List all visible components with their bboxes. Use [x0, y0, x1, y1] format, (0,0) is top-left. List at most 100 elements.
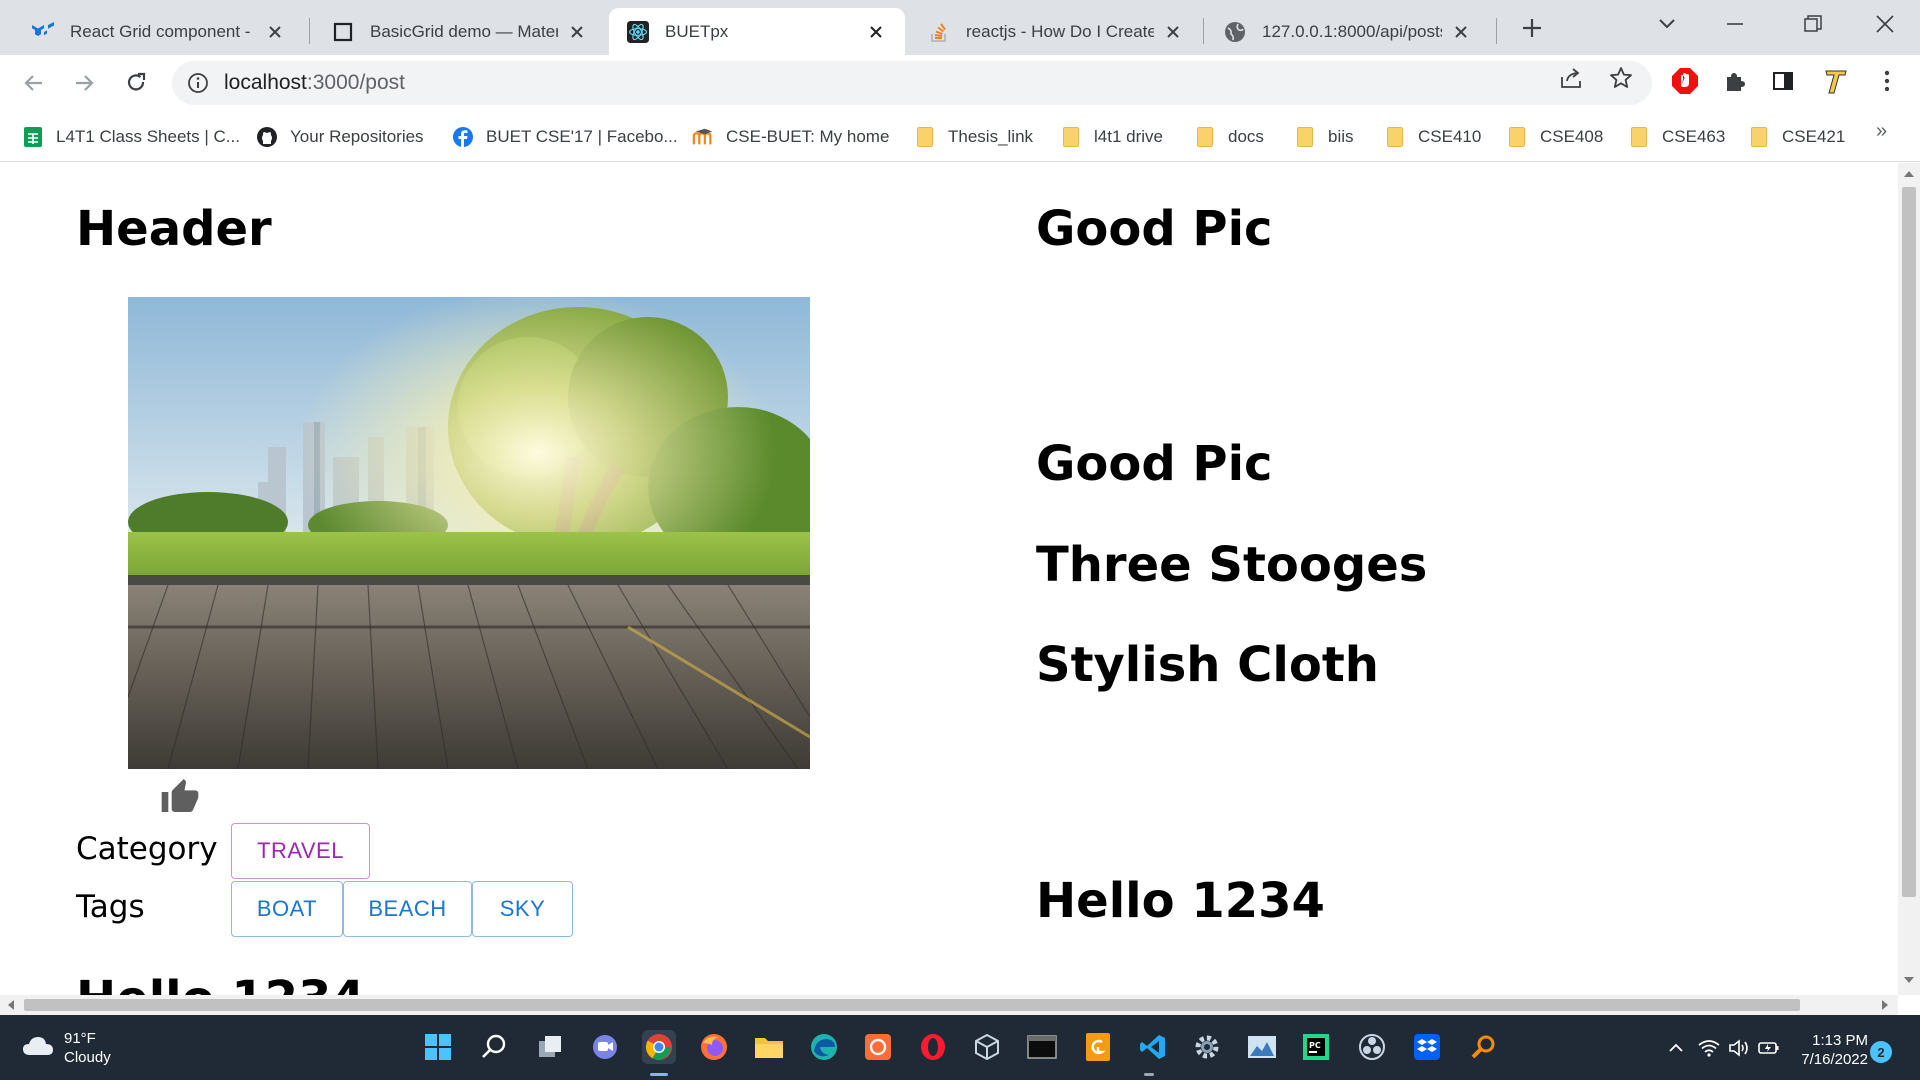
- close-icon[interactable]: [865, 21, 887, 43]
- tab-title: React Grid component - Material UI: [70, 21, 256, 41]
- teams-chat-icon[interactable]: [588, 1030, 622, 1064]
- side-panel-icon[interactable]: [1768, 66, 1798, 96]
- wifi-icon[interactable]: [1696, 1033, 1722, 1063]
- right-heading: Three Stooges: [1036, 537, 1428, 593]
- site-info-icon[interactable]: [186, 71, 210, 95]
- tag-chip[interactable]: SKY: [472, 881, 573, 937]
- restore-button[interactable]: [1788, 6, 1838, 42]
- time: 1:13 PM: [1812, 1032, 1868, 1049]
- folder-icon: [1194, 126, 1216, 148]
- svg-text:PC: PC: [1309, 1041, 1321, 1050]
- share-icon[interactable]: [1558, 65, 1584, 91]
- taskbar: 91°F Cloudy PC 1:13 PM 7/16/2022 2: [0, 1015, 1920, 1080]
- menu-kebab-icon[interactable]: [1872, 66, 1902, 96]
- right-heading: Hello 1234: [1036, 873, 1325, 929]
- reload-button[interactable]: [118, 65, 154, 101]
- new-tab-button[interactable]: [1516, 12, 1548, 44]
- search-icon[interactable]: [477, 1030, 511, 1064]
- address-bar[interactable]: localhost:3000/post: [172, 61, 1652, 105]
- date: 7/16/2022: [1801, 1051, 1868, 1068]
- tab-stackoverflow[interactable]: reactjs - How Do I Create: [910, 8, 1202, 55]
- close-window-button[interactable]: [1860, 6, 1910, 42]
- photos-icon[interactable]: [1245, 1030, 1279, 1064]
- bookmark-item[interactable]: biis: [1294, 122, 1354, 152]
- tab-buetpx[interactable]: BUETpx: [609, 8, 905, 55]
- horizontal-scrollbar[interactable]: [0, 995, 1898, 1015]
- file-explorer-icon[interactable]: [752, 1030, 786, 1064]
- search-everything-icon[interactable]: [1466, 1030, 1500, 1064]
- extensions-puzzle-icon[interactable]: [1720, 66, 1750, 96]
- forward-button[interactable]: [66, 65, 102, 101]
- close-icon[interactable]: [566, 21, 588, 43]
- category-chip[interactable]: TRAVEL: [231, 823, 370, 879]
- pdf-reader-icon[interactable]: [1081, 1030, 1115, 1064]
- edge-icon[interactable]: [807, 1030, 841, 1064]
- react-logo-icon: [627, 20, 649, 43]
- close-icon[interactable]: [264, 21, 286, 43]
- chrome-icon[interactable]: [642, 1030, 676, 1064]
- folder-icon: [1628, 126, 1650, 148]
- tab-search-button[interactable]: [1642, 6, 1692, 42]
- bookmark-item[interactable]: docs: [1194, 122, 1264, 152]
- tab-title: reactjs - How Do I Create: [966, 21, 1154, 41]
- windows-start-icon[interactable]: [421, 1030, 455, 1064]
- tag-chip[interactable]: BEACH: [343, 881, 472, 937]
- bookmark-item[interactable]: CSE421: [1748, 122, 1845, 152]
- horizontal-scroll-thumb[interactable]: [24, 999, 1800, 1011]
- pycharm-icon[interactable]: PC: [1299, 1030, 1333, 1064]
- close-icon[interactable]: [1162, 21, 1184, 43]
- bookmark-item[interactable]: Thesis_link: [914, 122, 1033, 152]
- bookmark-item[interactable]: CSE408: [1506, 122, 1603, 152]
- running-app-indicator: [1144, 1073, 1154, 1076]
- firefox-icon[interactable]: [697, 1030, 731, 1064]
- bookmark-item[interactable]: L4T1 Class Sheets | C...: [22, 122, 240, 152]
- notification-badge[interactable]: 2: [1870, 1041, 1892, 1063]
- tab-basicgrid-demo[interactable]: BasicGrid demo — Material UI: [314, 8, 606, 55]
- page-header: Header: [76, 201, 272, 257]
- battery-icon[interactable]: [1756, 1033, 1782, 1063]
- bookmarks-overflow-button[interactable]: »: [1876, 120, 1887, 143]
- opera-icon[interactable]: [916, 1030, 950, 1064]
- active-app-indicator: [650, 1073, 668, 1076]
- bookmark-star-icon[interactable]: [1608, 65, 1634, 91]
- clock[interactable]: 1:13 PM 7/16/2022: [1790, 1031, 1868, 1069]
- folder-icon: [1506, 126, 1528, 148]
- cloud-icon: [22, 1035, 54, 1062]
- adblock-icon[interactable]: [1670, 66, 1700, 96]
- sheets-icon: [22, 126, 44, 148]
- terminal-icon[interactable]: [1025, 1030, 1059, 1064]
- dropbox-icon[interactable]: [1410, 1030, 1444, 1064]
- obs-icon[interactable]: [1355, 1030, 1389, 1064]
- bookmark-item[interactable]: CSE410: [1384, 122, 1481, 152]
- post-title-partial: Hello 1234: [76, 971, 365, 995]
- minimize-button[interactable]: [1710, 6, 1760, 42]
- bookmark-item[interactable]: l4t1 drive: [1060, 122, 1163, 152]
- weather-widget[interactable]: 91°F Cloudy: [22, 1029, 111, 1067]
- task-view-icon[interactable]: [533, 1030, 567, 1064]
- settings-gear-icon[interactable]: [1190, 1030, 1224, 1064]
- tab-api-posts[interactable]: 127.0.0.1:8000/api/posts/: [1206, 8, 1490, 55]
- tags-label: Tags: [76, 889, 145, 925]
- moodle-icon: [692, 126, 714, 148]
- vscode-icon[interactable]: [1136, 1030, 1170, 1064]
- bookmark-item[interactable]: BUET CSE'17 | Facebo...: [452, 122, 678, 152]
- thumb-up-icon[interactable]: [160, 777, 200, 817]
- chevron-up-icon[interactable]: [1664, 1033, 1688, 1063]
- volume-icon[interactable]: [1726, 1033, 1752, 1063]
- codesandbox-icon: [332, 21, 354, 43]
- folder-icon: [1384, 126, 1406, 148]
- virtualbox-icon[interactable]: [970, 1030, 1004, 1064]
- tab-react-grid[interactable]: React Grid component - Material UI: [14, 8, 304, 55]
- vertical-scrollbar[interactable]: [1898, 163, 1920, 995]
- bookmark-item[interactable]: CSE463: [1628, 122, 1725, 152]
- folder-icon: [914, 126, 936, 148]
- back-button[interactable]: [16, 65, 52, 101]
- stackoverflow-icon: [928, 21, 950, 43]
- bookmark-item[interactable]: Your Repositories: [256, 122, 424, 152]
- postman-icon[interactable]: [861, 1030, 895, 1064]
- vertical-scroll-thumb[interactable]: [1902, 187, 1916, 897]
- bookmark-item[interactable]: CSE-BUET: My home: [692, 122, 889, 152]
- tag-chip[interactable]: BOAT: [231, 881, 343, 937]
- extension-t-icon[interactable]: [1820, 66, 1850, 96]
- close-icon[interactable]: [1450, 21, 1472, 43]
